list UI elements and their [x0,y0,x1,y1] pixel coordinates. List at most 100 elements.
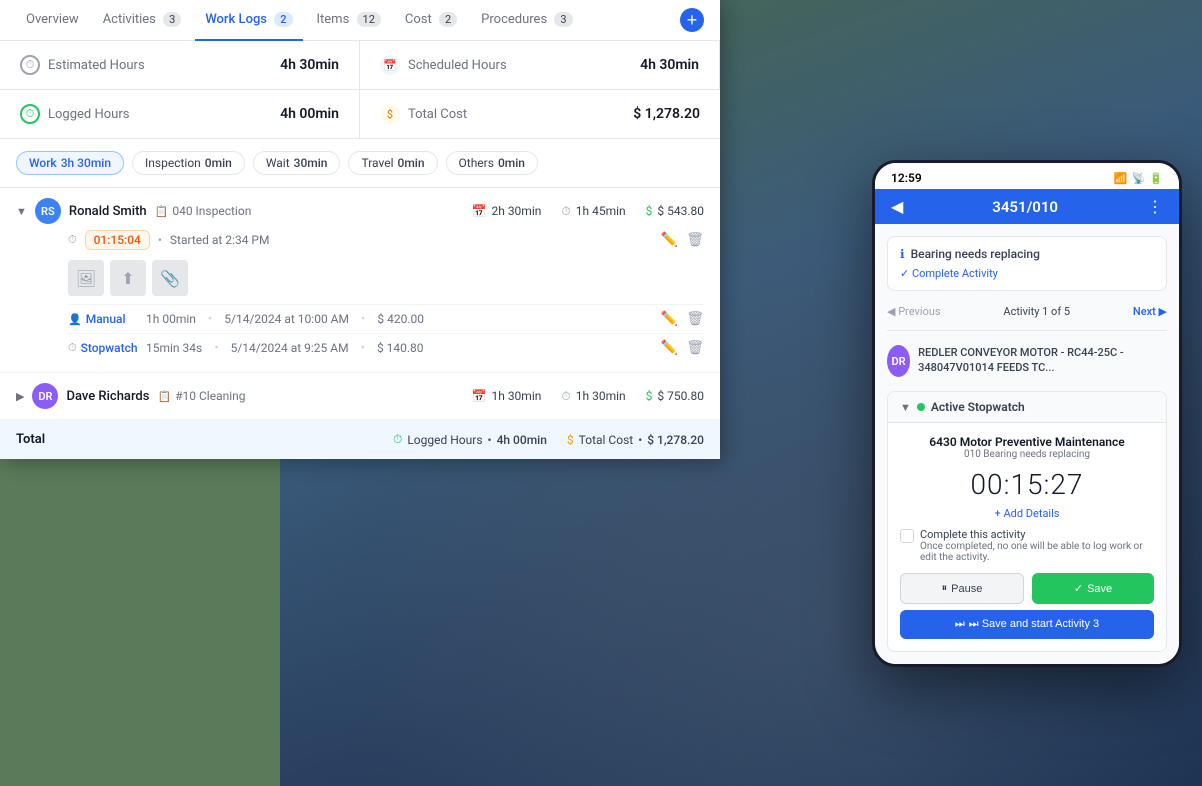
thumbnail-upload[interactable]: ⬆ [110,260,146,296]
tab-cost[interactable]: Cost 2 [395,0,467,41]
stopwatch-add-details[interactable]: + Add Details [900,507,1154,520]
dave-scheduled-icon: 📅 [472,389,487,403]
tab-procedures[interactable]: Procedures 3 [471,0,582,41]
stopwatch-log-actions: ✏️ 🗑 [661,340,704,356]
dave-expand-button[interactable]: ▶ [16,390,24,403]
thumbnail-photo[interactable]: 🖼 [68,260,104,296]
timer-delete-icon[interactable]: 🗑 [686,232,704,248]
estimated-hours-label: Estimated Hours [48,58,145,73]
save-icon: ✓ [1074,582,1083,595]
phone-status-icons: 📶📡🔋 [1114,172,1163,185]
phone-worker-avatar: DR [887,345,910,377]
filter-chip-travel[interactable]: Travel 0min [348,151,437,175]
ronald-tag: 📋 040 Inspection [155,204,252,218]
manual-label: Manual [86,312,126,326]
dave-cost-icon: $ [646,389,653,403]
clock-icon: ⏱ [20,55,40,75]
stopwatch-edit-icon[interactable]: ✏️ [661,340,678,356]
stat-total-cost: $ Total Cost $ 1,278.20 [360,90,720,138]
tab-activities-label: Activities [103,12,156,27]
ronald-scheduled-value: 2h 30min [491,204,541,218]
timer-thumbnails: 🖼 ⬆ 📎 [68,256,704,304]
tab-activities[interactable]: Activities 3 [93,0,192,41]
timer-edit-icon[interactable]: ✏️ [661,232,678,248]
stat-estimated-hours: ⏱ Estimated Hours 4h 30min [0,41,360,90]
ronald-sub-entries: ⏱ 01:15:04 • Started at 2:34 PM ✏️ 🗑 🖼 [16,224,704,362]
ronald-name: Ronald Smith [69,204,147,219]
log-sep-4: • [361,341,365,356]
stopwatch-chevron[interactable]: ▼ [900,401,911,414]
pause-label: Pause [951,583,982,595]
phone-header-title: 3451/010 [992,198,1058,216]
phone-alert-title-text: Bearing needs replacing [911,247,1040,261]
log-separator-2: • [361,312,365,327]
filter-inspection-label: Inspection [145,156,201,170]
phone-status-bar: 12:59 📶📡🔋 [875,163,1179,189]
logged-clock-icon: ⏱ [20,104,40,124]
manual-edit-icon[interactable]: ✏️ [661,311,678,327]
cost-icon: $ [646,204,653,218]
filter-chip-work[interactable]: Work 3h 30min [16,151,124,175]
tab-worklogs-badge: 2 [274,12,292,27]
log-entry-manual: 👤 Manual 1h 00min • 5/14/2024 at 10:00 A… [68,304,704,333]
main-panel: Overview Activities 3 Work Logs 2 Items … [0,0,720,459]
log-type-stopwatch: ⏱ Stopwatch [68,341,138,355]
stopwatch-complete-sub: Once completed, no one will be able to l… [920,541,1154,563]
stopwatch-complete-title: Complete this activity [920,528,1154,541]
stopwatch-date: 5/14/2024 at 9:25 AM [231,341,349,355]
phone-nav-current: Activity 1 of 5 [1003,305,1070,318]
ronald-cost-value: $ 543.80 [657,204,704,218]
stats-grid: ⏱ Estimated Hours 4h 30min 📅 Scheduled H… [0,41,720,139]
ronald-header: ▼ RS Ronald Smith 📋 040 Inspection 📅 2h … [16,198,704,224]
stopwatch-active-dot [917,403,925,411]
total-cost-label: Total Cost [408,107,467,122]
dave-cost-value: $ 750.80 [657,389,704,403]
total-dot: • [488,433,492,447]
stopwatch-complete-checkbox[interactable] [900,529,914,543]
tab-overview-label: Overview [26,12,79,27]
photo-icon: 🖼 [76,269,96,288]
stopwatch-delete-icon[interactable]: 🗑 [686,340,704,356]
save-start-activity-button[interactable]: ⏭ ⏭ Save and start Activity 3 [900,610,1154,639]
tab-activities-badge: 3 [163,12,181,27]
active-stopwatch-section: ▼ Active Stopwatch 6430 Motor Preventive… [887,391,1167,652]
pause-button[interactable]: ⏸ Pause [900,573,1024,604]
tab-cost-label: Cost [405,12,432,27]
manual-cost: $ 420.00 [377,312,424,326]
total-label: Total [16,432,45,447]
manual-delete-icon[interactable]: 🗑 [686,311,704,327]
tab-add-button[interactable]: + [680,8,704,32]
phone-profile-row: DR REDLER CONVEYOR MOTOR - RC44-25C - 34… [887,337,1167,385]
filter-chip-others[interactable]: Others 0min [446,151,538,175]
phone-nav-prev[interactable]: ◀ Previous [887,305,941,318]
upload-icon: ⬆ [121,269,134,288]
ronald-expand-button[interactable]: ▼ [16,205,27,218]
total-logged-value: 4h 00min [497,433,547,447]
total-logged-icon: ⏱ [393,432,402,447]
dave-tag-text: #10 Cleaning [175,389,245,403]
phone-alert-action[interactable]: ✓ Complete Activity [900,267,1154,280]
phone-menu-icon[interactable]: ⋮ [1147,197,1163,216]
tab-overview[interactable]: Overview [16,0,89,41]
filter-chip-wait[interactable]: Wait 30min [253,151,341,175]
manual-icon: 👤 [68,313,82,326]
dave-scheduled: 📅 1h 30min [472,389,542,403]
total-cost-value: $ 1,278.20 [647,433,704,447]
filter-work-label: Work [29,156,57,170]
phone-nav-next[interactable]: Next ▶ [1133,305,1167,318]
stopwatch-timer-display: 00:15:27 [900,468,1154,501]
stopwatch-wo-sub: 010 Bearing needs replacing [900,449,1154,460]
thumbnail-attach[interactable]: 📎 [152,260,188,296]
filter-wait-count: 30min [294,156,328,170]
phone-time: 12:59 [891,171,922,185]
total-cost-icon: $ [567,433,574,447]
tab-items[interactable]: Items 12 [307,0,391,41]
phone-back-icon[interactable]: ◀ [891,197,903,216]
phone-nav: ◀ Previous Activity 1 of 5 Next ▶ [887,299,1167,324]
logged-hours-label: Logged Hours [48,107,129,122]
tab-worklogs[interactable]: Work Logs 2 [195,0,302,41]
log-sep-3: • [214,341,218,356]
ronald-avatar: RS [35,198,61,224]
save-button[interactable]: ✓ Save [1032,573,1154,604]
filter-chip-inspection[interactable]: Inspection 0min [132,151,245,175]
